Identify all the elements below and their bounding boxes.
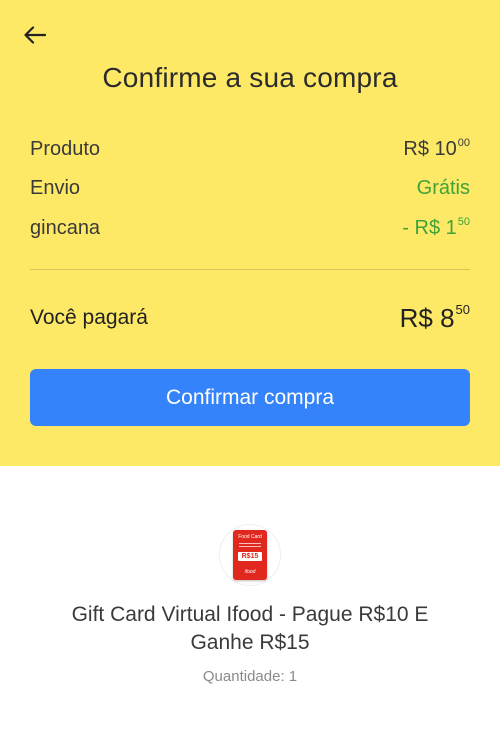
summary-label-shipping: Envio bbox=[30, 176, 81, 199]
product-image: Food Card R$15 ifood bbox=[219, 524, 281, 586]
total-amount: R$ 850 bbox=[399, 302, 470, 333]
summary-row-discount: gincana - R$ 150 bbox=[30, 212, 470, 244]
checkout-summary-panel: Confirme a sua compra Produto R$ 1000 En… bbox=[0, 0, 500, 466]
total-label: Você pagará bbox=[30, 306, 148, 329]
summary-value-discount: - R$ 150 bbox=[402, 216, 470, 239]
summary-row-shipping: Envio Grátis bbox=[30, 172, 470, 204]
total-row: Você pagará R$ 850 bbox=[30, 298, 470, 338]
gift-card-brand: Food Card bbox=[238, 534, 262, 540]
summary-label-discount: gincana bbox=[30, 216, 101, 239]
summary-divider bbox=[30, 269, 470, 270]
summary-label-product: Produto bbox=[30, 137, 101, 160]
confirm-purchase-button[interactable]: Confirmar compra bbox=[30, 369, 470, 426]
summary-value-product: R$ 1000 bbox=[403, 137, 470, 160]
summary-value-shipping: Grátis bbox=[416, 176, 470, 199]
product-name: Gift Card Virtual Ifood - Pague R$10 E G… bbox=[71, 603, 429, 654]
arrow-left-icon bbox=[24, 26, 46, 44]
gift-card-icon: Food Card R$15 ifood bbox=[233, 530, 267, 580]
page-title: Confirme a sua compra bbox=[102, 62, 398, 93]
summary-row-product: Produto R$ 1000 bbox=[30, 133, 470, 165]
back-button[interactable] bbox=[18, 20, 52, 50]
product-quantity: Quantidade: 1 bbox=[202, 668, 298, 685]
gift-card-value: R$15 bbox=[238, 552, 262, 561]
gift-card-logo: ifood bbox=[244, 569, 256, 575]
